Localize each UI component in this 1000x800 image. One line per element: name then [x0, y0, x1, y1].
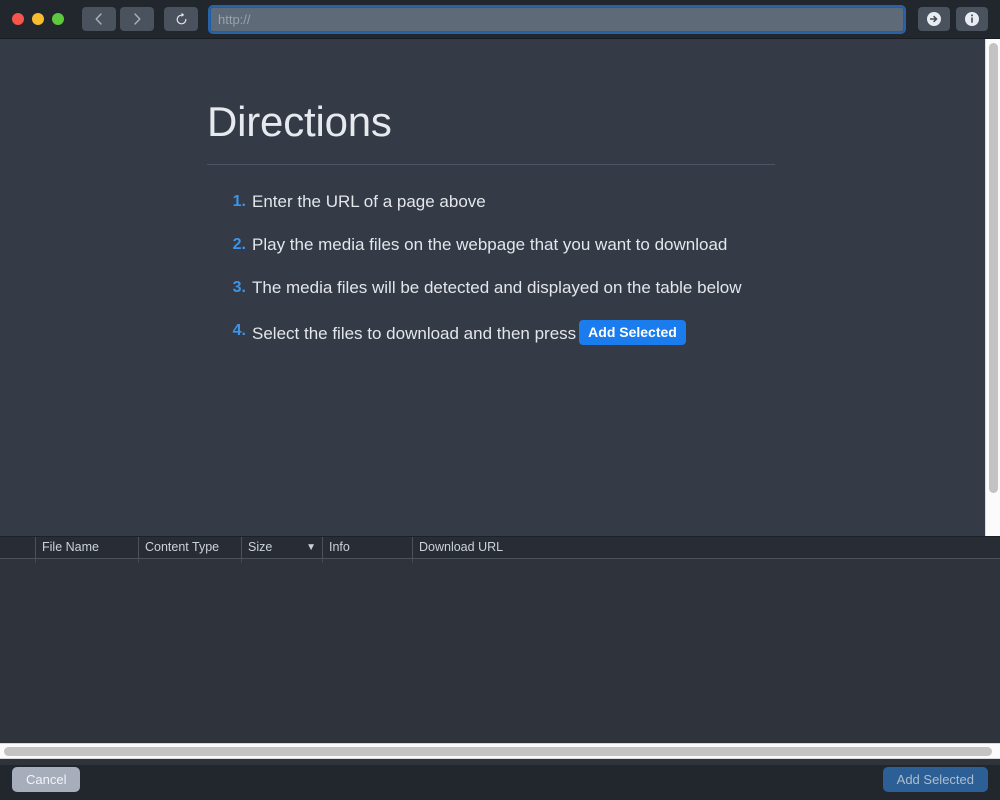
traffic-lights — [12, 13, 64, 25]
horizontal-scrollbar-thumb[interactable] — [4, 747, 992, 756]
arrow-right-circle-icon — [926, 11, 942, 27]
step-text: The media files will be detected and dis… — [252, 278, 742, 298]
reload-icon — [174, 12, 189, 27]
zoom-window-button[interactable] — [52, 13, 64, 25]
list-item: The media files will be detected and dis… — [224, 277, 775, 300]
table-body[interactable] — [0, 559, 1000, 765]
go-button[interactable] — [918, 7, 950, 31]
web-content-area: Directions Enter the URL of a page above… — [0, 39, 1000, 536]
column-header-file-name[interactable]: File Name — [36, 537, 139, 558]
chevron-right-icon — [130, 12, 144, 26]
table-header-row: File Name Content Type Size ▼ Info Downl… — [0, 537, 1000, 559]
list-item: Select the files to download and then pr… — [224, 320, 775, 346]
page-content: Directions Enter the URL of a page above… — [207, 98, 775, 346]
horizontal-scrollbar[interactable] — [0, 743, 1000, 759]
close-window-button[interactable] — [12, 13, 24, 25]
vertical-scrollbar[interactable] — [985, 39, 1000, 536]
page-title: Directions — [207, 98, 392, 145]
step-text: Enter the URL of a page above — [252, 192, 486, 212]
add-selected-inline-button[interactable]: Add Selected — [579, 320, 686, 345]
vertical-scrollbar-thumb[interactable] — [989, 43, 998, 493]
directions-page: Directions Enter the URL of a page above… — [0, 39, 1000, 346]
directions-list: Enter the URL of a page above Play the m… — [207, 191, 775, 346]
forward-button[interactable] — [120, 7, 154, 31]
url-bar — [208, 4, 906, 34]
list-item: Play the media files on the webpage that… — [224, 234, 775, 257]
add-selected-button[interactable]: Add Selected — [882, 767, 988, 792]
column-header-size[interactable]: Size ▼ — [242, 537, 323, 558]
column-header-info[interactable]: Info — [323, 537, 413, 558]
sort-descending-icon: ▼ — [306, 542, 316, 553]
navigation-buttons — [82, 7, 154, 31]
titlebar — [0, 0, 1000, 39]
column-header-size-label: Size — [248, 540, 273, 554]
minimize-window-button[interactable] — [32, 13, 44, 25]
list-item: Enter the URL of a page above — [224, 191, 775, 214]
app-window: Directions Enter the URL of a page above… — [0, 0, 1000, 800]
step-text: Select the files to download and then pr… — [252, 324, 577, 343]
column-header-select[interactable] — [0, 537, 36, 558]
column-header-content-type[interactable]: Content Type — [139, 537, 242, 558]
media-files-table: File Name Content Type Size ▼ Info Downl… — [0, 536, 1000, 765]
info-circle-icon — [964, 11, 980, 27]
toolbar-right-buttons — [918, 7, 988, 31]
column-header-download-url[interactable]: Download URL — [413, 537, 1000, 558]
back-button[interactable] — [82, 7, 116, 31]
step-text: Play the media files on the webpage that… — [252, 235, 728, 255]
info-button[interactable] — [956, 7, 988, 31]
url-input[interactable] — [208, 4, 906, 34]
cancel-button[interactable]: Cancel — [12, 767, 81, 792]
reload-button[interactable] — [164, 7, 198, 31]
title-divider — [207, 164, 775, 166]
footer-bar: Cancel Add Selected — [0, 759, 1000, 800]
chevron-left-icon — [92, 12, 106, 26]
